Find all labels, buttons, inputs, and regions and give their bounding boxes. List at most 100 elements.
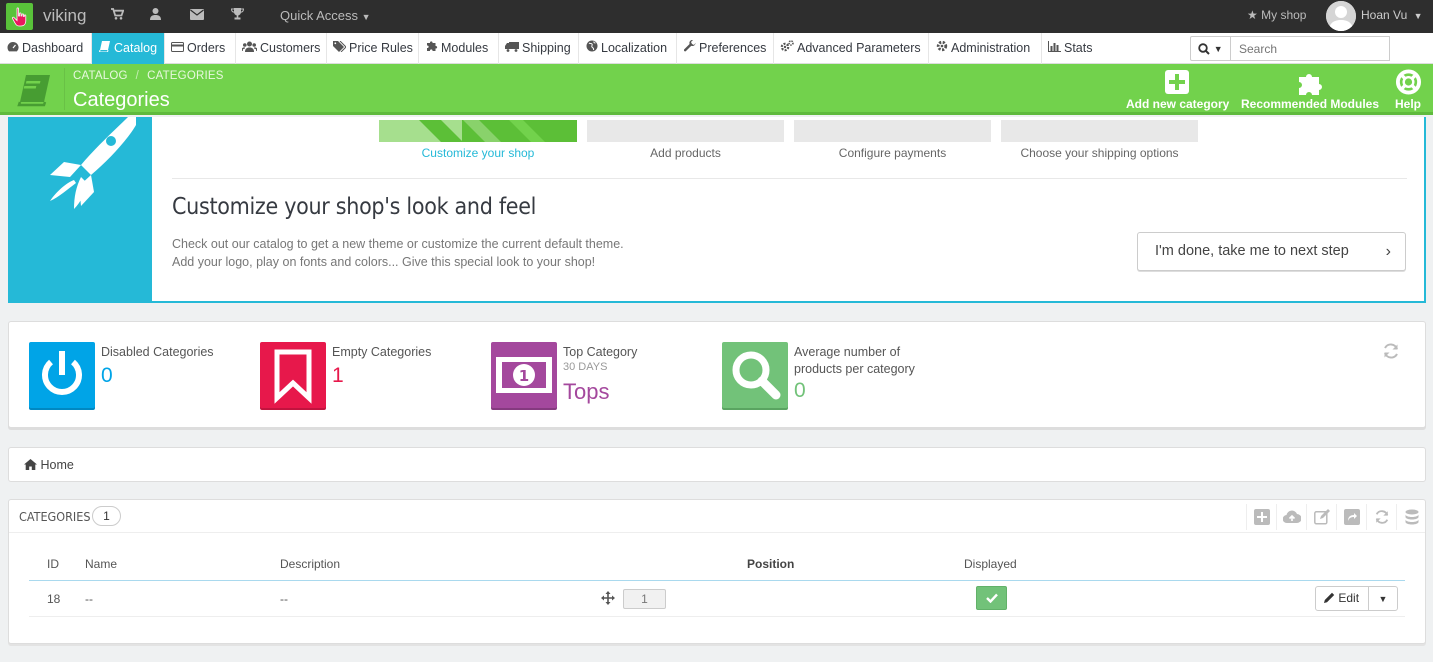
- edit-button[interactable]: Edit: [1315, 586, 1369, 611]
- recommended-modules-label: Recommended Modules: [1241, 97, 1380, 111]
- onboarding-rocket-pane: [10, 117, 152, 301]
- kpi-average-label-line-2: products per category: [794, 362, 915, 376]
- refresh-list-tool[interactable]: [1366, 504, 1396, 530]
- nav-item-stats[interactable]: Stats: [1042, 33, 1102, 64]
- search-type-dropdown[interactable]: ▼: [1190, 36, 1231, 61]
- kpi-top-value: Tops: [563, 379, 610, 404]
- caret-down-icon: ▼: [1413, 11, 1423, 21]
- position-input[interactable]: 1: [623, 589, 666, 609]
- column-header-displayed[interactable]: Displayed: [964, 557, 1017, 571]
- nav-label: Advanced Parameters: [797, 41, 921, 55]
- step-label-payments: Configure payments: [838, 146, 947, 160]
- import-tool[interactable]: [1276, 504, 1306, 530]
- kpi-disabled-box[interactable]: [29, 342, 95, 408]
- column-header-id[interactable]: ID: [47, 557, 59, 571]
- trophy-icon[interactable]: [229, 8, 245, 24]
- svg-text:1: 1: [519, 367, 529, 385]
- onboarding-desc-line-2: Add your logo, play on fonts and colors.…: [172, 255, 596, 269]
- user-icon[interactable]: [147, 8, 163, 24]
- kpi-average-box[interactable]: [722, 342, 788, 408]
- kpi-empty-value: 1: [332, 364, 344, 387]
- kpi-empty-box[interactable]: [260, 342, 326, 408]
- edit-label: Edit: [1338, 591, 1360, 605]
- nav-item-localization[interactable]: Localization: [579, 33, 677, 64]
- nav-label: Preferences: [699, 41, 767, 55]
- tags-icon: [333, 33, 347, 64]
- caret-down-icon: ▼: [361, 12, 371, 22]
- quick-access-dropdown[interactable]: Quick Access ▼: [280, 8, 371, 23]
- refresh-icon: [1375, 510, 1388, 524]
- nav-item-preferences[interactable]: Preferences: [677, 33, 774, 64]
- drag-handle-icon[interactable]: [601, 591, 615, 605]
- nav-label: Shipping: [522, 41, 571, 55]
- home-link[interactable]: Home: [24, 458, 74, 472]
- column-header-description[interactable]: Description: [280, 557, 340, 571]
- next-step-button[interactable]: I'm done, take me to next step ›: [1137, 232, 1406, 271]
- onboarding-divider: [172, 178, 1407, 179]
- nav-item-administration[interactable]: Administration: [929, 33, 1042, 64]
- row-actions-dropdown[interactable]: ▼: [1368, 586, 1398, 611]
- step-label-products: Add products: [650, 146, 721, 160]
- nav-item-advanced-parameters[interactable]: Advanced Parameters: [774, 33, 929, 64]
- nav-item-orders[interactable]: Orders: [165, 33, 236, 64]
- edit-sql-tool[interactable]: [1306, 504, 1336, 530]
- kpi-disabled-label: Disabled Categories: [101, 345, 214, 359]
- envelope-icon[interactable]: [189, 8, 205, 24]
- column-header-position[interactable]: Position: [747, 557, 794, 571]
- power-icon: [42, 351, 82, 395]
- breadcrumb-categories[interactable]: CATEGORIES: [147, 70, 224, 82]
- kpi-average-value: 0: [794, 379, 806, 402]
- add-new-category-label: Add new category: [1126, 97, 1230, 111]
- life-ring-icon: [1395, 69, 1421, 95]
- step-progress-customize: [379, 120, 577, 142]
- category-count-badge: 1: [92, 506, 121, 526]
- chevron-right-icon: ›: [1385, 243, 1391, 260]
- search-icon: [732, 351, 781, 400]
- nav-label: Orders: [187, 41, 226, 55]
- nav-item-dashboard[interactable]: Dashboard: [0, 33, 92, 64]
- onboarding-description: Check out our catalog to get a new theme…: [172, 235, 624, 271]
- shop-name[interactable]: viking: [43, 6, 86, 26]
- hand-pointer-icon: [11, 7, 26, 26]
- step-label-customize[interactable]: Customize your shop: [379, 146, 577, 160]
- kpi-panel: Disabled Categories 0 Empty Categories 1…: [8, 321, 1426, 428]
- sql-manager-tool[interactable]: [1396, 504, 1426, 530]
- add-new-category-button[interactable]: Add new category: [1126, 69, 1230, 111]
- nav-label: Stats: [1064, 41, 1093, 55]
- user-menu[interactable]: Hoan Vu ▼: [1361, 8, 1423, 22]
- displayed-toggle[interactable]: [976, 586, 1007, 610]
- column-header-name[interactable]: Name: [85, 557, 117, 571]
- kpi-disabled-value: 0: [101, 364, 113, 387]
- star-icon: ★: [1247, 8, 1258, 22]
- nav-label: Dashboard: [22, 41, 84, 55]
- cell-description: --: [280, 592, 288, 606]
- pencil-icon: [1324, 592, 1335, 603]
- breadcrumb-separator: /: [135, 70, 140, 82]
- add-category-tool[interactable]: [1246, 504, 1276, 530]
- page-title: Categories: [73, 89, 170, 111]
- search-input[interactable]: [1231, 36, 1390, 61]
- cog-icon: [935, 33, 948, 64]
- kpi-top-box[interactable]: 1: [491, 342, 557, 408]
- nav-item-shipping[interactable]: Shipping: [499, 33, 579, 64]
- nav-item-customers[interactable]: Customers: [236, 33, 327, 64]
- kpi-empty-label: Empty Categories: [332, 345, 432, 359]
- nav-item-modules[interactable]: Modules: [419, 33, 499, 64]
- nav-item-catalog[interactable]: Catalog: [92, 33, 165, 64]
- nav-item-price-rules[interactable]: Price Rules: [327, 33, 419, 64]
- help-label: Help: [1394, 97, 1421, 111]
- breadcrumb-catalog[interactable]: CATALOG: [73, 70, 128, 82]
- top-bar: viking Quick Access ▼ ★ My shop Hoan Vu …: [0, 0, 1433, 33]
- cogs-icon: [780, 33, 794, 64]
- rocket-icon: [50, 117, 136, 209]
- my-shop-link[interactable]: ★ My shop: [1247, 8, 1306, 22]
- prestashop-logo[interactable]: [6, 3, 33, 30]
- export-tool[interactable]: [1336, 504, 1366, 530]
- cart-icon[interactable]: [109, 8, 125, 24]
- avatar[interactable]: [1326, 1, 1356, 31]
- help-button[interactable]: Help: [1393, 69, 1423, 111]
- wrench-icon: [683, 33, 696, 64]
- refresh-icon[interactable]: [1382, 342, 1400, 360]
- recommended-modules-button[interactable]: Recommended Modules: [1241, 69, 1380, 111]
- kpi-top-label: Top Category: [563, 345, 638, 359]
